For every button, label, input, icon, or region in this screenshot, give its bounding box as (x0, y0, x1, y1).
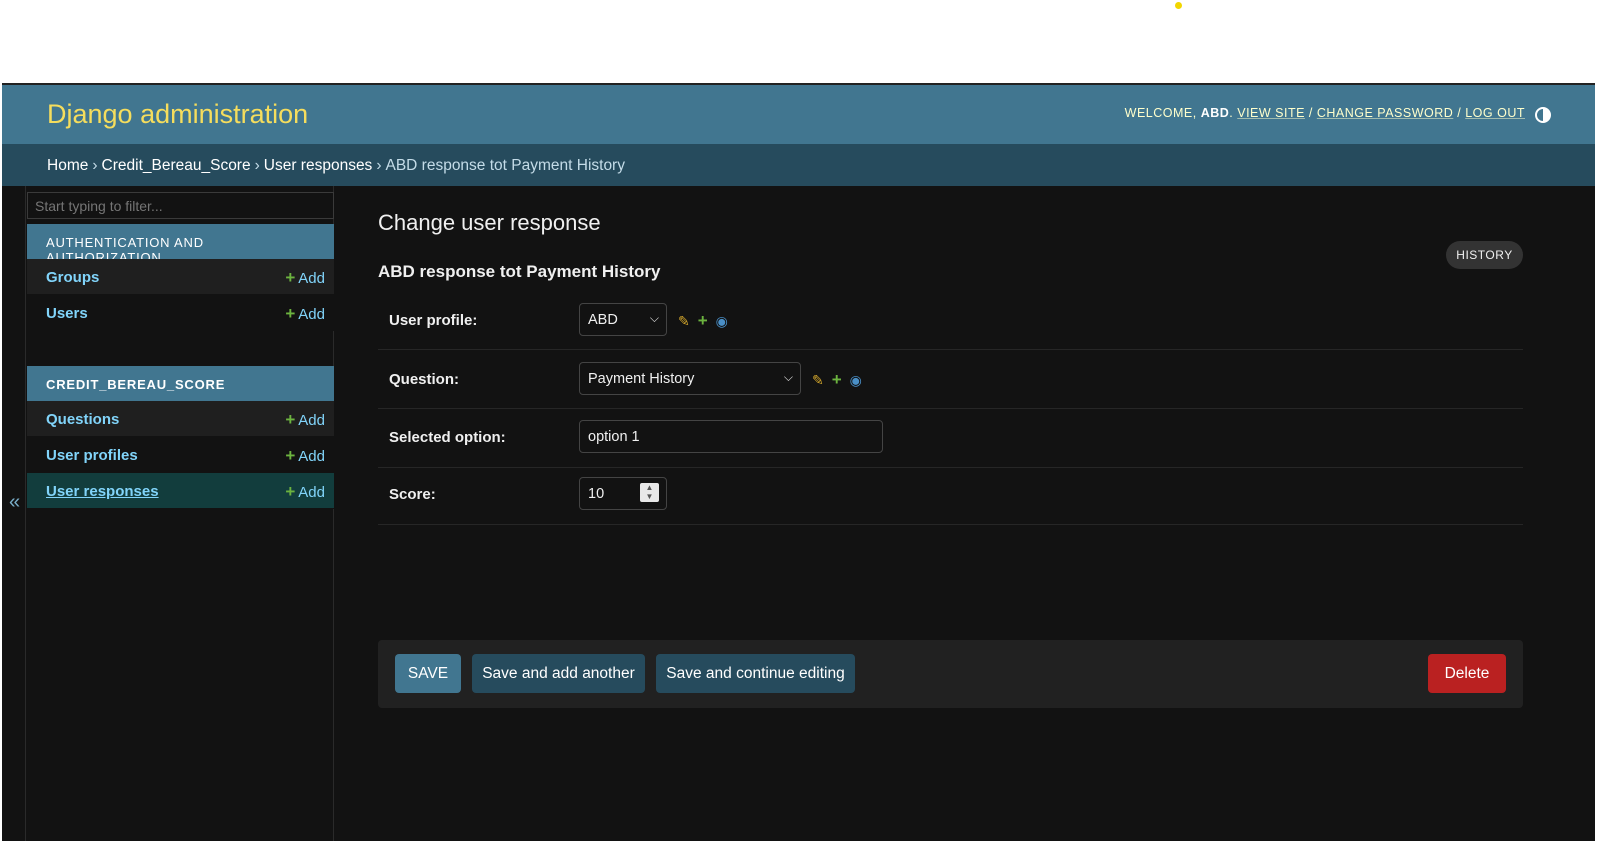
sidebar-item-label[interactable]: Questions (46, 411, 119, 428)
breadcrumb-model[interactable]: User responses (264, 157, 373, 174)
add-label: Add (298, 270, 325, 287)
selected-option-label: Selected option: (389, 429, 506, 446)
change-password-link[interactable]: CHANGE PASSWORD (1317, 106, 1453, 120)
score-input[interactable]: 10 ▲ ▼ (579, 477, 667, 510)
username: ABD (1200, 106, 1230, 120)
related-actions: ✎ + ◉ (812, 370, 862, 390)
user-profile-label: User profile: (389, 312, 478, 329)
selected-option-input[interactable]: option 1 (579, 420, 883, 453)
plus-icon: + (285, 268, 296, 287)
pencil-icon[interactable]: ✎ (812, 372, 824, 388)
sidebar-item-groups: Groups + Add (27, 259, 334, 295)
object-title: ABD response tot Payment History (378, 262, 661, 281)
field-row-selected-option: Selected option: option 1 (378, 410, 1523, 468)
plus-icon[interactable]: + (832, 370, 842, 389)
save-add-another-button[interactable]: Save and add another (472, 654, 645, 693)
chevron-down-icon: ⌵ (649, 311, 659, 325)
user-tools: WELCOME, ABD. VIEW SITE / CHANGE PASSWOR… (1124, 106, 1525, 120)
number-stepper-icon[interactable]: ▲ ▼ (640, 483, 659, 502)
breadcrumb: Home › Credit_Bereau_Score › User responses ›… (2, 144, 1595, 186)
page-title: Change user response (378, 210, 601, 235)
add-label: Add (298, 306, 325, 323)
question-label: Question: (389, 371, 459, 388)
theme-toggle-icon[interactable] (1535, 107, 1551, 123)
sidebar-item-user-responses: User responses + Add (27, 473, 334, 509)
history-button[interactable]: HISTORY (1446, 241, 1523, 269)
nav-sidebar: « AUTHENTICATION AND AUTHORIZATION Group… (2, 186, 334, 841)
sidebar-toggle[interactable]: « (2, 186, 26, 841)
sidebar-item-label[interactable]: User profiles (46, 447, 138, 464)
view-site-link[interactable]: VIEW SITE (1237, 106, 1305, 120)
sidebar-item-user-profiles: User profiles + Add (27, 437, 334, 473)
add-user-responses-link[interactable]: + Add (285, 482, 325, 502)
add-users-link[interactable]: + Add (285, 304, 325, 324)
delete-button[interactable]: Delete (1428, 654, 1506, 693)
eye-icon[interactable]: ◉ (716, 313, 728, 329)
add-questions-link[interactable]: + Add (285, 410, 325, 430)
add-label: Add (298, 448, 325, 465)
breadcrumb-current: ABD response tot Payment History (385, 157, 625, 174)
save-continue-button[interactable]: Save and continue editing (656, 654, 855, 693)
nav-filter-input[interactable] (27, 192, 334, 219)
submit-row: SAVE Save and add another Save and conti… (378, 640, 1523, 708)
module-caption-auth[interactable]: AUTHENTICATION AND AUTHORIZATION (27, 224, 334, 265)
welcome-text: WELCOME, (1124, 106, 1197, 120)
collapse-chevron-icon: « (9, 491, 21, 513)
add-user-profiles-link[interactable]: + Add (285, 446, 325, 466)
sidebar-item-label[interactable]: Groups (46, 269, 99, 286)
add-label: Add (298, 412, 325, 429)
plus-icon: + (285, 410, 296, 429)
plus-icon: + (285, 446, 296, 465)
selected-value: Payment History (588, 371, 695, 387)
selected-value: ABD (588, 312, 618, 328)
sidebar-item-questions: Questions + Add (27, 401, 334, 437)
sidebar-item-users: Users + Add (27, 295, 334, 331)
plus-icon[interactable]: + (698, 311, 708, 330)
header: Django administration WELCOME, ABD. VIEW… (2, 85, 1595, 144)
field-row-score: Score: 10 ▲ ▼ (378, 467, 1523, 525)
pencil-icon[interactable]: ✎ (678, 313, 690, 329)
add-label: Add (298, 484, 325, 501)
plus-icon: + (285, 482, 296, 501)
score-label: Score: (389, 486, 436, 503)
question-select[interactable]: Payment History ⌵ (579, 362, 801, 395)
chevron-down-icon: ⌵ (783, 370, 793, 384)
related-actions: ✎ + ◉ (678, 311, 728, 331)
sidebar-item-label[interactable]: Users (46, 305, 88, 322)
add-groups-link[interactable]: + Add (285, 268, 325, 288)
field-row-question: Question: Payment History ⌵ ✎ + ◉ (378, 351, 1523, 409)
breadcrumb-app[interactable]: Credit_Bereau_Score (102, 157, 251, 174)
desktop-background (0, 0, 1597, 82)
field-row-user-profile: User profile: ABD ⌵ ✎ + ◉ (378, 292, 1523, 350)
save-button[interactable]: SAVE (395, 654, 461, 693)
cursor-highlight (1175, 2, 1182, 9)
admin-app: Django administration WELCOME, ABD. VIEW… (2, 83, 1595, 841)
score-value: 10 (588, 486, 605, 502)
plus-icon: + (285, 304, 296, 323)
eye-icon[interactable]: ◉ (850, 372, 862, 388)
module-caption-credit[interactable]: CREDIT_BEREAU_SCORE (27, 366, 334, 401)
site-brand[interactable]: Django administration (47, 99, 308, 130)
breadcrumb-home[interactable]: Home (47, 157, 88, 174)
sidebar-item-label[interactable]: User responses (46, 483, 159, 500)
log-out-link[interactable]: LOG OUT (1465, 106, 1525, 120)
user-profile-select[interactable]: ABD ⌵ (579, 303, 667, 336)
